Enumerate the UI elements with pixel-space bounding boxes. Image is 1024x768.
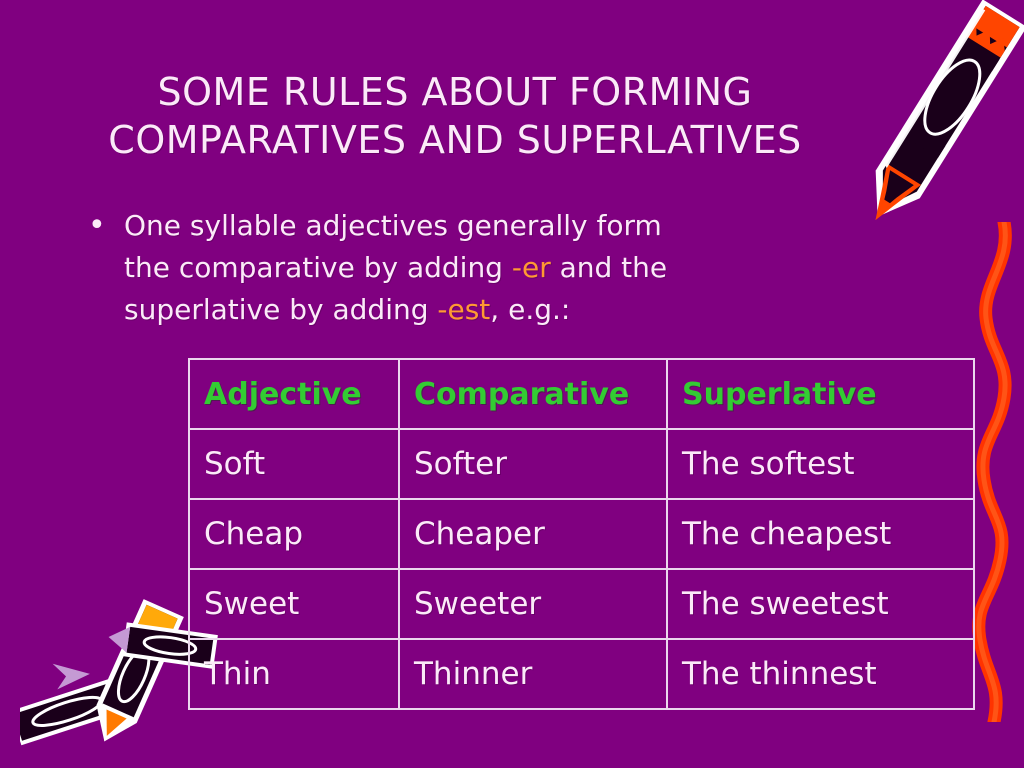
- title-line-2: COMPARATIVES AND SUPERLATIVES: [108, 118, 802, 162]
- bullet-text-part-3: , e.g.:: [490, 293, 571, 326]
- table-row: Sweet Sweeter The sweetest: [188, 568, 975, 640]
- table-row: Cheap Cheaper The cheapest: [188, 498, 975, 570]
- column-header-comparative: Comparative: [398, 358, 668, 430]
- crayon-diagonal-icon: [850, 0, 1024, 242]
- slide-title: SOME RULES ABOUT FORMING COMPARATIVES AN…: [40, 68, 870, 164]
- table-row: Thin Thinner The thinnest: [188, 638, 975, 710]
- table-row: Soft Softer The softest: [188, 428, 975, 500]
- cell-superlative: The softest: [666, 428, 975, 500]
- column-header-adjective: Adjective: [188, 358, 400, 430]
- suffix-er-highlight: -er: [511, 251, 551, 284]
- comparatives-table-wrapper: Adjective Comparative Superlative Soft S…: [188, 358, 975, 710]
- title-line-1: SOME RULES ABOUT FORMING: [157, 70, 753, 114]
- cell-superlative: The thinnest: [666, 638, 975, 710]
- cell-superlative: The cheapest: [666, 498, 975, 570]
- slide-canvas: SOME RULES ABOUT FORMING COMPARATIVES AN…: [0, 0, 1024, 768]
- table-header-row: Adjective Comparative Superlative: [188, 358, 975, 430]
- cell-comparative: Cheaper: [398, 498, 668, 570]
- bullet-marker-icon: •: [88, 208, 106, 243]
- cell-adjective: Thin: [188, 638, 400, 710]
- column-header-superlative: Superlative: [666, 358, 975, 430]
- bullet-block: • One syllable adjectives generally form…: [84, 205, 704, 331]
- cell-superlative: The sweetest: [666, 568, 975, 640]
- cell-comparative: Softer: [398, 428, 668, 500]
- cell-adjective: Cheap: [188, 498, 400, 570]
- comparatives-table: Adjective Comparative Superlative Soft S…: [188, 358, 975, 710]
- bullet-item: • One syllable adjectives generally form…: [84, 205, 704, 331]
- cell-adjective: Soft: [188, 428, 400, 500]
- cell-comparative: Thinner: [398, 638, 668, 710]
- suffix-est-highlight: -est: [437, 293, 491, 326]
- cell-adjective: Sweet: [188, 568, 400, 640]
- bullet-text: One syllable adjectives generally form t…: [124, 205, 704, 331]
- cell-comparative: Sweeter: [398, 568, 668, 640]
